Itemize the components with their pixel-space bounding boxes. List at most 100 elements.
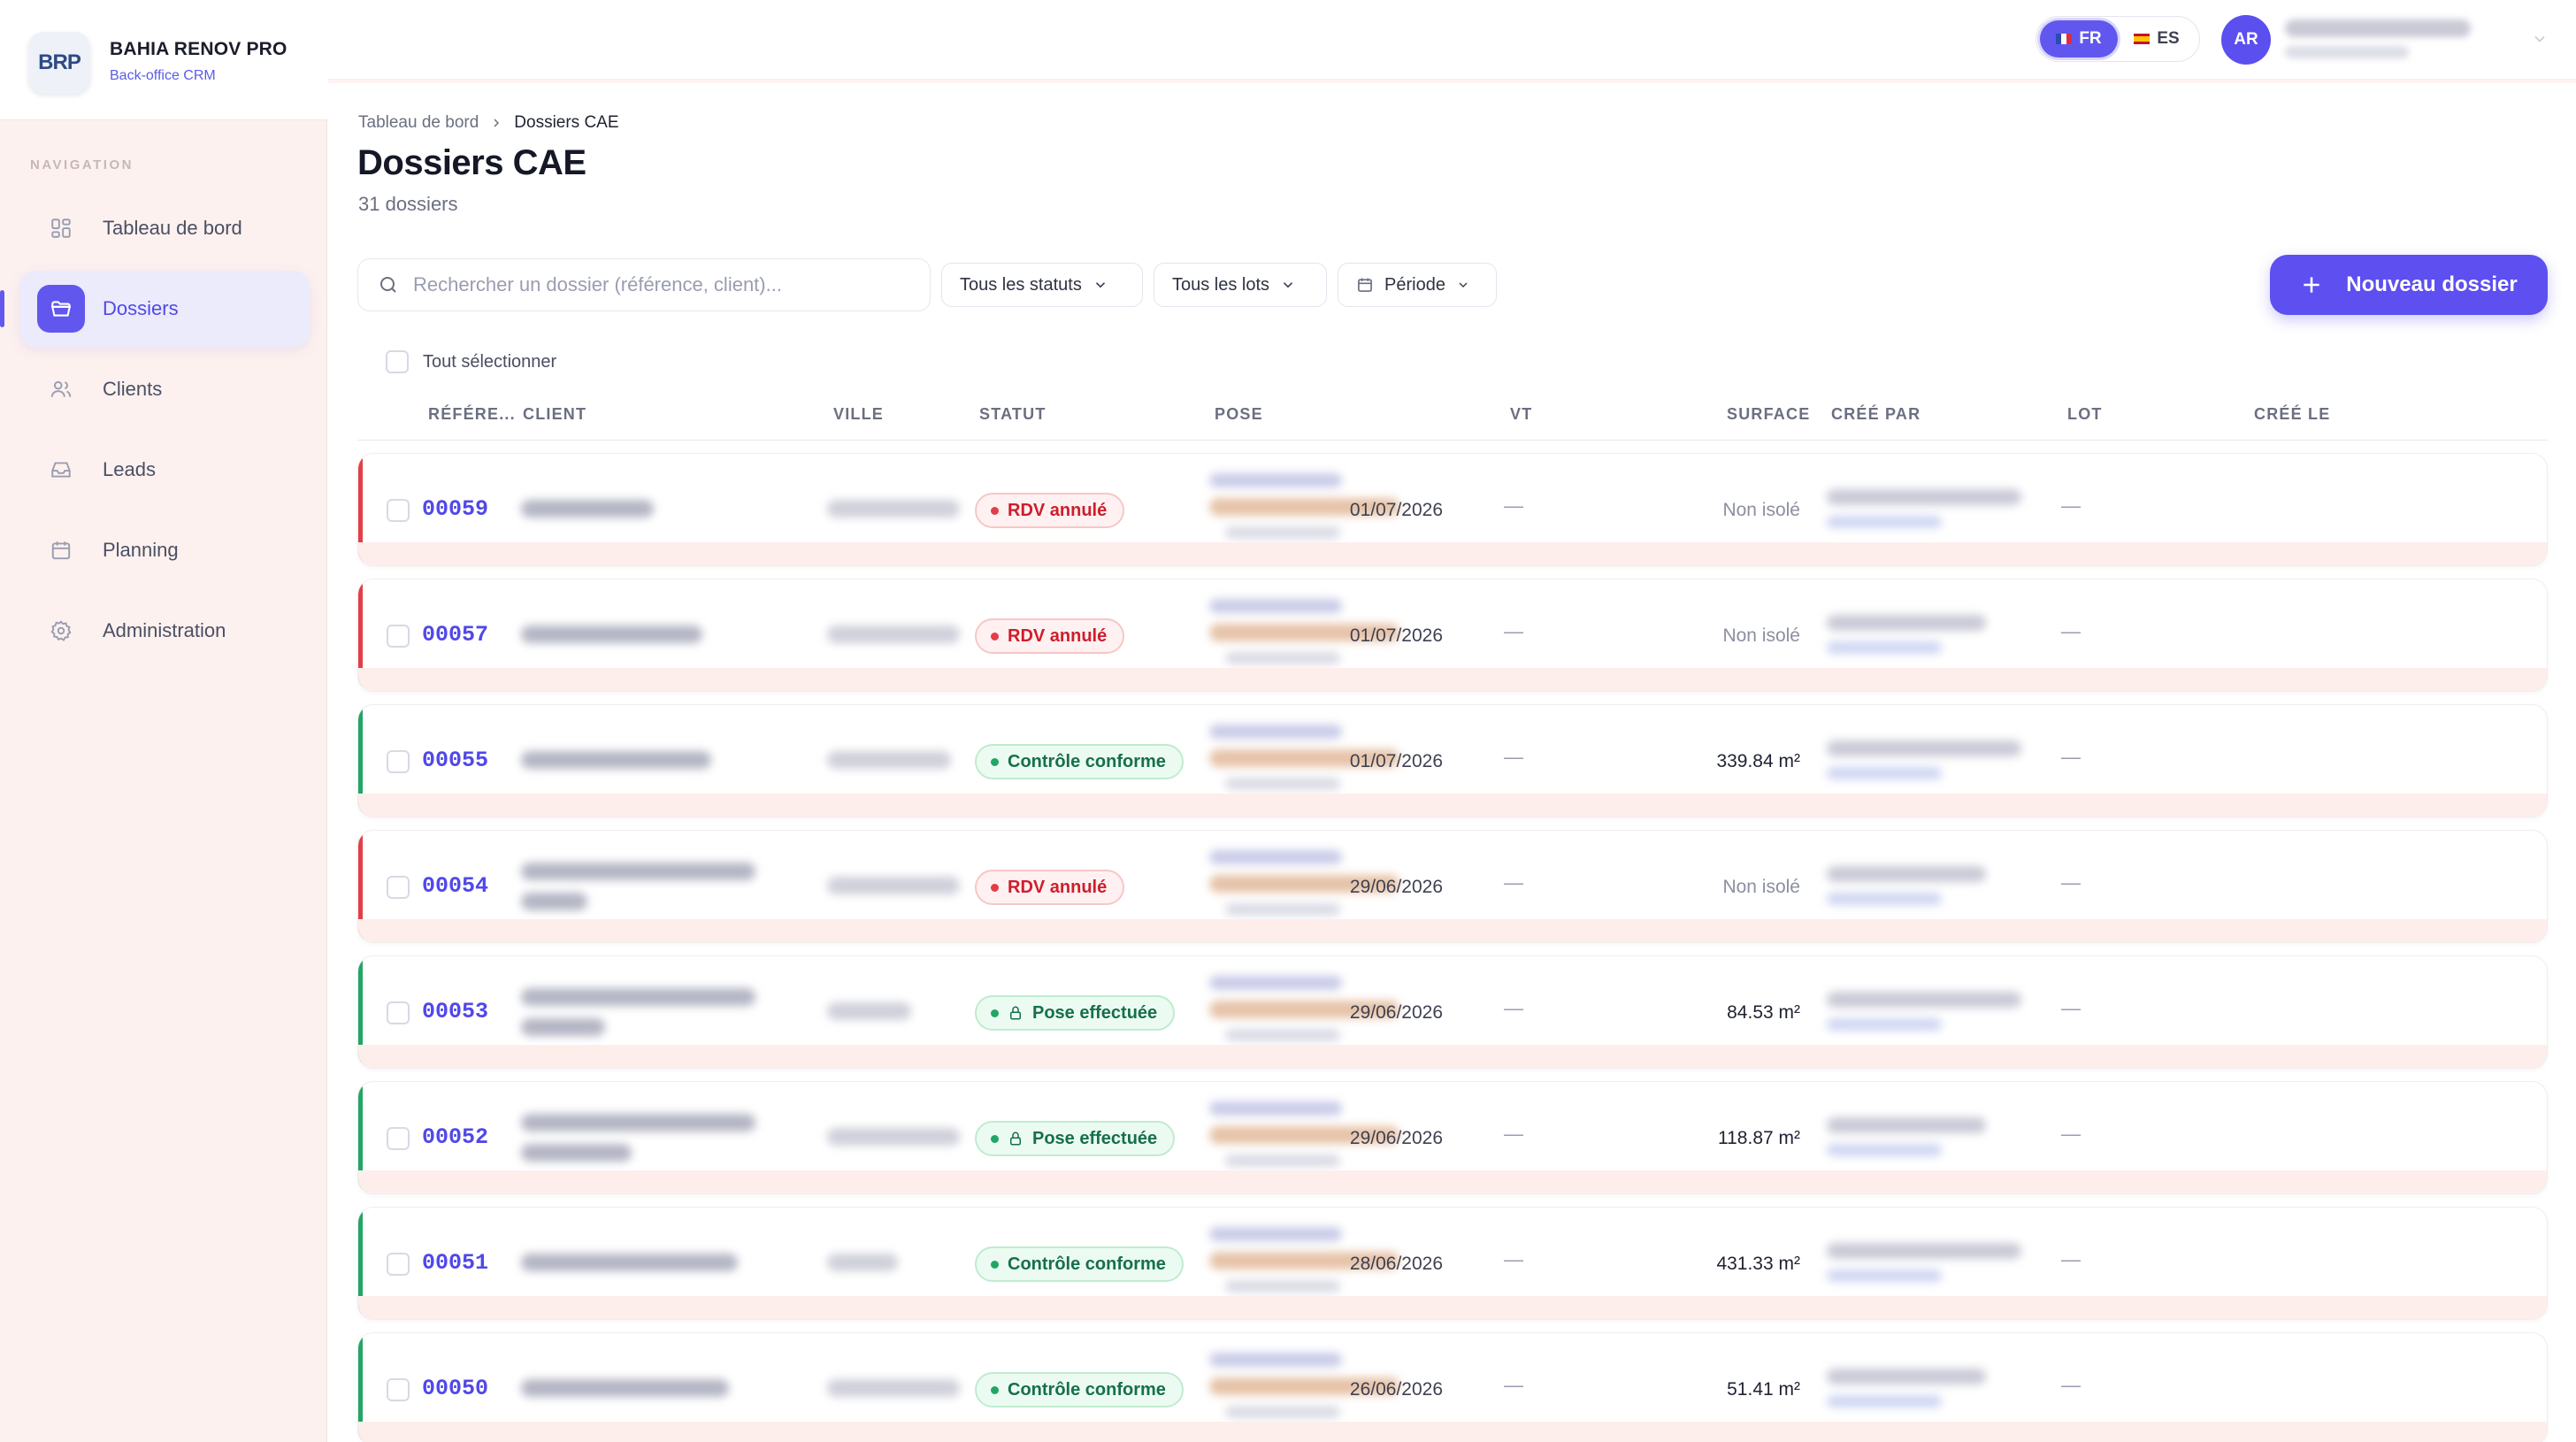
row-checkbox[interactable]	[387, 499, 410, 522]
table-row[interactable]: 00057 RDV annulé — Non isolé — 01/07/2026	[357, 579, 2548, 692]
status-badge: Contrôle conforme	[975, 744, 1184, 779]
table-row[interactable]: 00059 RDV annulé — Non isolé — 01/07/2026	[357, 453, 2548, 566]
language-code: FR	[2079, 29, 2102, 48]
vt-value: —	[1504, 1248, 1523, 1270]
user-name-redacted[interactable]	[2285, 19, 2471, 37]
column-header-lot[interactable]: LOT	[2067, 405, 2103, 424]
search-input[interactable]	[413, 273, 908, 296]
table-row[interactable]: 00053 Pose effectuée — 84.53 m² — 29/06/2026	[357, 955, 2548, 1069]
table-row[interactable]: 00051 Contrôle conforme — 431.33 m² — 28/06/2…	[357, 1207, 2548, 1320]
dossier-reference[interactable]: 00059	[422, 496, 488, 522]
created-date: 29/06/2026	[1349, 1002, 1443, 1023]
column-header-statut[interactable]: STATUT	[979, 405, 1046, 424]
surface-value: Non isolé	[1722, 625, 1800, 646]
creator-name-redacted	[1827, 1369, 1986, 1384]
table-row[interactable]: 00054 RDV annulé — Non isolé — 29/06/2026	[357, 830, 2548, 943]
creator-name-redacted	[1827, 1117, 1986, 1133]
status-filter-dropdown[interactable]: Tous les statuts	[941, 263, 1143, 307]
table-row[interactable]: 00050 Contrôle conforme — 51.41 m² — 26/06/20…	[357, 1332, 2548, 1442]
user-avatar[interactable]: AR	[2221, 15, 2271, 65]
pose-date-redacted	[1225, 903, 1340, 916]
sidebar-item-clients[interactable]: Clients	[19, 351, 310, 427]
city-redacted	[827, 1379, 960, 1397]
sidebar-item-leads[interactable]: Leads	[19, 432, 310, 508]
pose-team-redacted	[1209, 976, 1342, 990]
dossier-reference[interactable]: 00051	[422, 1250, 488, 1276]
breadcrumb: Tableau de bord Dossiers CAE	[358, 113, 619, 133]
status-label: RDV annulé	[1008, 500, 1108, 520]
status-badge: Contrôle conforme	[975, 1246, 1184, 1282]
period-filter-dropdown[interactable]: Période	[1338, 263, 1497, 307]
brand-logo-text: BRP	[38, 50, 81, 74]
new-dossier-button[interactable]: Nouveau dossier	[2270, 255, 2548, 315]
row-checkbox[interactable]	[387, 1127, 410, 1150]
vt-value: —	[1504, 620, 1523, 642]
sidebar-item-dossiers[interactable]: Dossiers	[0, 271, 310, 347]
city-redacted	[827, 625, 960, 643]
pose-date-redacted	[1225, 1029, 1340, 1041]
sidebar-item-administration[interactable]: Administration	[19, 593, 310, 669]
dossier-reference[interactable]: 00057	[422, 622, 488, 648]
lot-value: —	[2061, 1123, 2081, 1145]
plus-icon	[2304, 277, 2319, 293]
status-label: Contrôle conforme	[1008, 1254, 1166, 1274]
language-option-es[interactable]: ES	[2118, 20, 2196, 58]
city-redacted	[827, 1254, 898, 1271]
status-dot-icon	[991, 632, 999, 640]
row-checkbox[interactable]	[387, 750, 410, 773]
pose-team-redacted	[1209, 725, 1342, 739]
sidebar-item-tableau-de-bord[interactable]: Tableau de bord	[19, 190, 310, 266]
surface-value: 51.41 m²	[1727, 1379, 1800, 1400]
row-checkbox[interactable]	[387, 625, 410, 648]
client-name-redacted	[521, 1018, 605, 1036]
language-option-fr[interactable]: FR	[2040, 20, 2118, 58]
client-name-redacted	[521, 1379, 729, 1397]
column-header-pose[interactable]: POSE	[1215, 405, 1263, 424]
breadcrumb-root[interactable]: Tableau de bord	[358, 113, 479, 133]
dossier-reference[interactable]: 00053	[422, 999, 488, 1024]
column-header-vt[interactable]: VT	[1510, 405, 1532, 424]
status-dot-icon	[991, 506, 999, 515]
chevron-down-icon[interactable]	[2531, 30, 2549, 48]
column-header-cree-le[interactable]: CRÉÉ LE	[2254, 405, 2330, 424]
sidebar-item-label: Tableau de bord	[103, 217, 242, 239]
sidebar-item-planning[interactable]: Planning	[19, 512, 310, 588]
dossier-reference[interactable]: 00052	[422, 1124, 488, 1150]
pose-team-redacted	[1209, 473, 1342, 487]
vt-value: —	[1504, 871, 1523, 894]
brand-logo[interactable]: BRP	[28, 32, 90, 94]
chevron-down-icon	[1459, 282, 1468, 288]
lot-filter-label: Tous les lots	[1172, 274, 1270, 295]
lot-value: —	[2061, 997, 2081, 1019]
client-name-redacted	[521, 1254, 738, 1271]
column-header-cree-par[interactable]: CRÉÉ PAR	[1831, 405, 1920, 424]
chevron-down-icon	[1095, 282, 1105, 288]
table-row[interactable]: 00052 Pose effectuée — 118.87 m² — 29/06/2026	[357, 1081, 2548, 1194]
row-checkbox[interactable]	[387, 1378, 410, 1401]
dossier-reference[interactable]: 00050	[422, 1376, 488, 1401]
lot-value: —	[2061, 620, 2081, 642]
row-checkbox[interactable]	[387, 1253, 410, 1276]
table-row[interactable]: 00055 Contrôle conforme — 339.84 m² — 01/07/2…	[357, 704, 2548, 817]
surface-value: 339.84 m²	[1716, 751, 1800, 771]
row-checkbox[interactable]	[387, 1001, 410, 1024]
chevron-down-icon	[1283, 282, 1293, 288]
column-header-client[interactable]: CLIENT	[523, 405, 586, 424]
page-title: Dossiers CAE	[357, 143, 586, 182]
lot-filter-dropdown[interactable]: Tous les lots	[1154, 263, 1327, 307]
creator-name-redacted	[1827, 1243, 2021, 1259]
created-date: 01/07/2026	[1349, 500, 1443, 520]
vt-value: —	[1504, 1123, 1523, 1145]
language-code: ES	[2157, 29, 2180, 48]
search-icon	[380, 277, 396, 293]
row-checkbox[interactable]	[387, 876, 410, 899]
column-header-surface[interactable]: SURFACE	[1727, 405, 1810, 424]
dossier-reference[interactable]: 00054	[422, 873, 488, 899]
column-header-reference[interactable]: RÉFÉRE...	[428, 405, 516, 424]
lot-value: —	[2061, 1248, 2081, 1270]
select-all-checkbox[interactable]	[386, 350, 409, 373]
lot-value: —	[2061, 746, 2081, 768]
brand-header: BRP BAHIA RENOV PRO Back-office CRM	[0, 0, 327, 120]
column-header-ville[interactable]: VILLE	[833, 405, 884, 424]
dossier-reference[interactable]: 00055	[422, 748, 488, 773]
